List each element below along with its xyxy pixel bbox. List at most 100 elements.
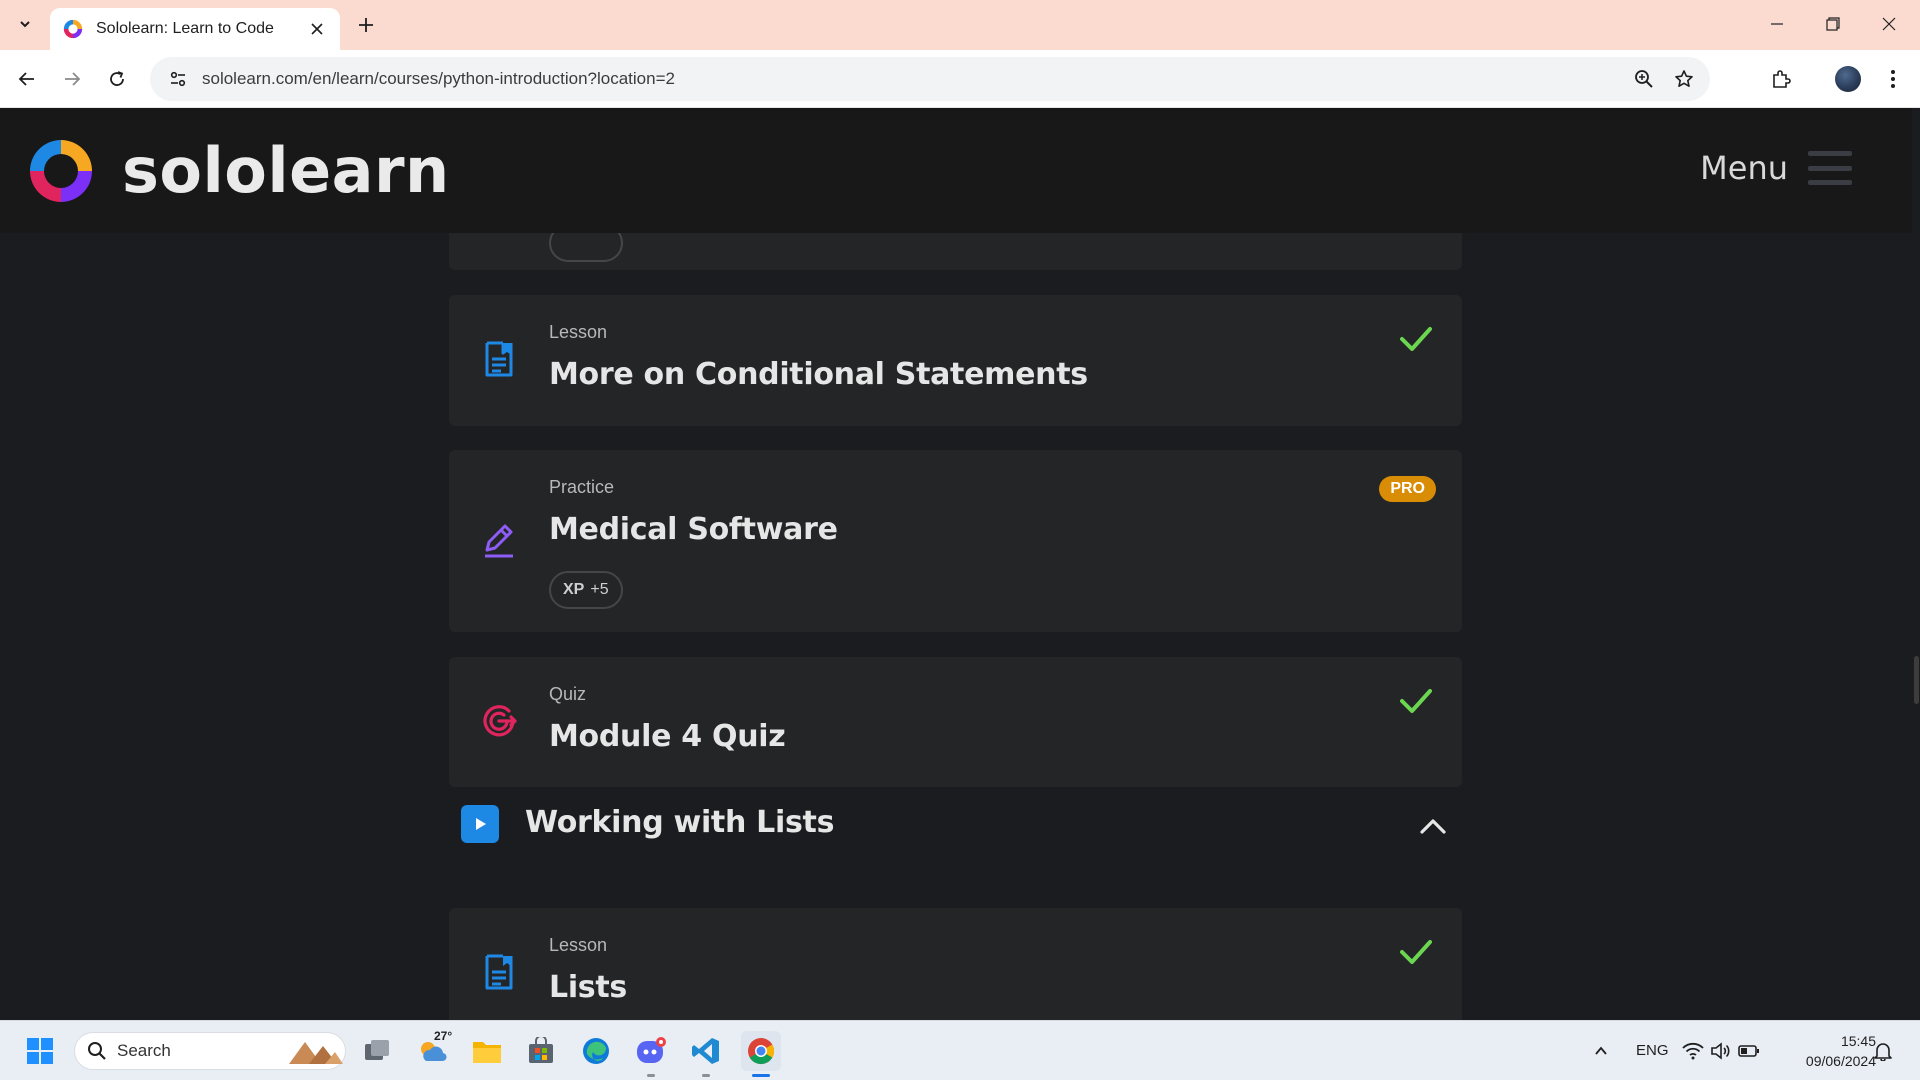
windows-logo-icon: [27, 1038, 53, 1064]
chrome-button[interactable]: [741, 1031, 781, 1077]
chevron-down-icon: [20, 21, 30, 28]
system-tray-status[interactable]: [1676, 1031, 1766, 1071]
back-button[interactable]: [11, 63, 43, 95]
weather-temp: 27°: [434, 1029, 453, 1043]
scrollbar-thumb[interactable]: [1914, 656, 1919, 704]
card-practice-medical-software[interactable]: Practice Medical Software PRO XP +5: [449, 450, 1462, 632]
plus-icon: [359, 18, 373, 32]
new-tab-button[interactable]: [352, 11, 380, 39]
reload-icon: [110, 71, 124, 86]
browser-toolbar: sololearn.com/en/learn/courses/python-in…: [0, 50, 1920, 108]
file-explorer-button[interactable]: [467, 1031, 507, 1071]
card-type-label: Quiz: [549, 684, 587, 704]
pro-badge: PRO: [1379, 476, 1436, 502]
profile-button[interactable]: [1832, 63, 1864, 95]
browser-menu-button[interactable]: [1877, 63, 1909, 95]
extensions-button[interactable]: [1765, 63, 1797, 95]
task-view-button[interactable]: [357, 1031, 397, 1071]
practice-pencil-icon: [485, 524, 513, 558]
lesson-icon: [485, 341, 513, 377]
card-title: Lists: [549, 970, 627, 1005]
quiz-target-icon: [483, 705, 517, 737]
notifications-button[interactable]: [1868, 1031, 1898, 1071]
card-title: Medical Software: [549, 512, 838, 547]
arrow-right-icon: [65, 72, 81, 86]
card-type-label: Lesson: [549, 322, 608, 342]
menu-label: Menu: [1700, 149, 1788, 187]
discord-icon: [637, 1037, 666, 1063]
task-view-icon: [365, 1040, 389, 1060]
search-highlight-pyramids-icon: [289, 1042, 343, 1064]
bookmark-button[interactable]: [1664, 59, 1704, 99]
page-scrollbar[interactable]: [1912, 108, 1920, 1020]
clock-time: 15:45: [1840, 1033, 1876, 1049]
card-lesson-more-on-conditional-statements[interactable]: Lesson More on Conditional Statements: [449, 295, 1462, 426]
show-hidden-icons-button[interactable]: [1581, 1031, 1621, 1071]
vscode-icon: [692, 1038, 719, 1064]
edge-icon: [583, 1038, 609, 1064]
store-icon: [529, 1037, 553, 1063]
card-title: Module 4 Quiz: [549, 719, 786, 754]
browser-tab-active[interactable]: Sololearn: Learn to Code: [50, 8, 340, 50]
microsoft-store-button[interactable]: [521, 1031, 561, 1071]
xp-badge: XP +5: [549, 571, 623, 609]
minimize-button[interactable]: [1754, 8, 1800, 40]
puzzle-icon: [1773, 70, 1791, 88]
weather-widget[interactable]: 27°: [412, 1029, 453, 1071]
lesson-icon: [485, 954, 513, 990]
hamburger-icon: [1808, 148, 1852, 188]
card-quiz-module-4-quiz[interactable]: Quiz Module 4 Quiz: [449, 657, 1462, 787]
clock[interactable]: 15:45 09/06/2024: [1786, 1031, 1876, 1071]
tab-close-icon[interactable]: [306, 18, 328, 40]
site-header: sololearn Menu: [0, 108, 1912, 233]
close-window-button[interactable]: [1866, 8, 1912, 40]
xp-value: +5: [590, 581, 609, 598]
start-button[interactable]: [20, 1031, 60, 1071]
card-title: More on Conditional Statements: [549, 357, 1088, 392]
star-icon: [1675, 70, 1693, 87]
play-icon: [461, 805, 499, 843]
wifi-icon: [1682, 1042, 1704, 1060]
edge-button[interactable]: [576, 1031, 616, 1071]
folder-icon: [473, 1042, 501, 1063]
language-indicator[interactable]: ENG: [1636, 1042, 1669, 1059]
close-icon: [1882, 17, 1896, 31]
card-lesson-lists[interactable]: Lesson Lists: [449, 908, 1462, 1020]
bell-icon: [1874, 1043, 1892, 1061]
search-placeholder: Search: [117, 1041, 171, 1060]
zoom-icon: [1635, 70, 1653, 88]
vscode-button[interactable]: [686, 1031, 726, 1077]
tab-title: Sololearn: Learn to Code: [96, 20, 274, 37]
module-title: Working with Lists: [525, 805, 835, 840]
search-icon: [88, 1042, 106, 1060]
clock-date: 09/06/2024: [1805, 1053, 1876, 1069]
forward-button[interactable]: [56, 63, 88, 95]
discord-button[interactable]: [631, 1031, 671, 1077]
page-content: Lesson More on Conditional Statements Pr…: [0, 108, 1920, 1020]
reload-button[interactable]: [101, 63, 133, 95]
more-vert-icon: [1891, 70, 1895, 88]
chevron-up-icon[interactable]: [1416, 809, 1450, 843]
url-text[interactable]: sololearn.com/en/learn/courses/python-in…: [200, 69, 1624, 89]
chrome-icon: [748, 1038, 775, 1065]
restore-button[interactable]: [1810, 8, 1856, 40]
minimize-icon: [1771, 23, 1783, 25]
avatar: [1835, 66, 1861, 92]
menu-button[interactable]: Menu: [1700, 148, 1852, 188]
arrow-left-icon: [18, 72, 34, 86]
sololearn-logo-icon[interactable]: [24, 134, 98, 208]
chevron-up-icon: [1595, 1046, 1607, 1055]
brand-name[interactable]: sololearn: [122, 134, 450, 207]
address-bar[interactable]: sololearn.com/en/learn/courses/python-in…: [150, 57, 1710, 101]
zoom-button[interactable]: [1624, 59, 1664, 99]
site-info-button[interactable]: [156, 57, 200, 101]
module-header-working-with-lists[interactable]: Working with Lists: [449, 793, 1462, 857]
tab-search-button[interactable]: [10, 9, 40, 39]
xp-label: XP: [563, 581, 585, 598]
windows-taskbar: Search 27° ENG 15:45 09/06/2024: [0, 1020, 1920, 1080]
check-icon: [1400, 940, 1432, 964]
restore-icon: [1826, 17, 1840, 31]
tune-icon: [170, 71, 186, 87]
sololearn-favicon-icon: [63, 19, 83, 39]
taskbar-search[interactable]: Search: [74, 1032, 346, 1070]
